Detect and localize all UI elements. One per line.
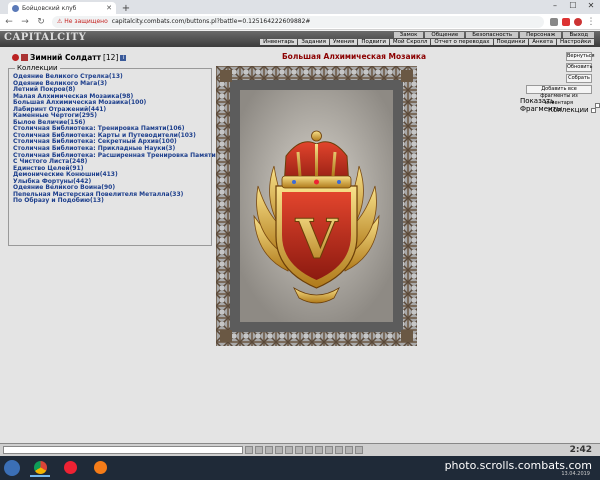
chat-tool-icon[interactable]: [315, 446, 323, 454]
chat-tool-icon[interactable]: [335, 446, 343, 454]
browser-menu-icon[interactable]: ⋮: [586, 17, 596, 27]
taskbar-date: 13.04.2019: [561, 471, 590, 477]
collections-legend: Коллекции: [15, 64, 60, 72]
return-button[interactable]: Вернуться: [566, 52, 595, 61]
reload-icon[interactable]: ↻: [36, 17, 46, 27]
start-button[interactable]: [4, 460, 20, 476]
taskbar-chrome[interactable]: [30, 459, 50, 477]
menu-security[interactable]: Безопасность: [466, 32, 519, 38]
submenu-my-scroll[interactable]: Мой Скролл: [389, 39, 431, 45]
chat-tool-icon[interactable]: [355, 446, 363, 454]
player-level: [12]: [102, 53, 119, 62]
chat-tool-icon[interactable]: [265, 446, 273, 454]
mosaic-image: V: [216, 66, 417, 346]
submenu-settings[interactable]: Настройки: [556, 39, 594, 45]
player-name: Зимний Солдатт: [30, 53, 101, 62]
url-text: capitalcity.combats.com/buttons.pl?battl…: [111, 18, 311, 25]
clock: 2:42: [569, 445, 592, 455]
chat-tool-icon[interactable]: [345, 446, 353, 454]
browser-tab-bar: Бойцовский клуб ✕ + – ☐ ✕: [0, 0, 600, 14]
profile-avatar-icon[interactable]: [574, 17, 582, 26]
chrome-icon: [33, 460, 47, 474]
submenu-transfer-report[interactable]: Отчет о переводах: [431, 39, 493, 45]
chat-tool-icon[interactable]: [255, 446, 263, 454]
close-window-icon[interactable]: ✕: [582, 0, 600, 12]
chat-toolbar: [245, 446, 363, 454]
menu-castle[interactable]: Замок: [393, 32, 424, 38]
submenu-quests[interactable]: Задания: [298, 39, 329, 45]
yandex-icon: [63, 460, 77, 474]
extension-icon[interactable]: [550, 17, 558, 26]
emblem-letter: V: [295, 207, 339, 271]
forward-icon[interactable]: →: [20, 17, 30, 27]
tab-title: Бойцовский клуб: [22, 4, 77, 12]
game-logo: CAPITALCITY: [4, 32, 87, 43]
main-content: Зимний Солдатт [12] i Коллекции Одеяние …: [0, 47, 600, 443]
extension-icons: ⋮: [550, 17, 596, 27]
chat-tool-icon[interactable]: [295, 446, 303, 454]
address-bar: ← → ↻ ⚠ Не защищено capitalcity.combats.…: [0, 14, 600, 30]
close-tab-icon[interactable]: ✕: [106, 4, 112, 12]
submenu-skills[interactable]: Умения: [329, 39, 358, 45]
new-tab-icon[interactable]: +: [120, 2, 132, 14]
clan-icon[interactable]: [21, 54, 28, 61]
collect-button[interactable]: Собрать: [566, 74, 592, 83]
url-input[interactable]: ⚠ Не защищено capitalcity.combats.com/bu…: [52, 15, 544, 28]
mosaic-title: Большая Алхимическая Мозаика: [281, 52, 427, 61]
taskbar-firefox[interactable]: [90, 459, 110, 477]
firefox-icon: [93, 460, 107, 474]
show-fragments-checkbox[interactable]: [595, 102, 600, 108]
chat-bar: 2:42: [0, 443, 600, 456]
chat-tool-icon[interactable]: [285, 446, 293, 454]
refresh-button[interactable]: Обновить: [566, 63, 592, 72]
maximize-icon[interactable]: ☐: [564, 0, 582, 12]
window-controls: – ☐ ✕: [546, 0, 600, 12]
collections-option-label: Коллекции: [548, 106, 589, 114]
player-info: Зимний Солдатт [12] i: [12, 53, 127, 62]
info-icon[interactable]: i: [120, 54, 127, 61]
taskbar-yandex[interactable]: [60, 459, 80, 477]
favicon-icon: [12, 4, 19, 12]
collections-list: Одеяние Великого Стрелка(13) Одеяние Вели…: [13, 73, 234, 205]
chat-tool-icon[interactable]: [305, 446, 313, 454]
collections-option[interactable]: Коллекции: [548, 106, 596, 114]
os-taskbar: photo.scrolls.combats.com 13.04.2019: [0, 456, 600, 480]
minimize-icon[interactable]: –: [546, 0, 564, 12]
collections-box: Коллекции Одеяние Великого Стрелка(13) Од…: [8, 64, 234, 246]
extension-icon[interactable]: [562, 17, 570, 26]
add-all-fragments-button[interactable]: Добавить все фрагменты из инвентаря: [526, 85, 592, 106]
back-icon[interactable]: ←: [4, 17, 14, 27]
chat-input[interactable]: [3, 446, 243, 454]
chat-tool-icon[interactable]: [275, 446, 283, 454]
collection-link[interactable]: По Образу и Подобию(13): [13, 198, 234, 205]
submenu-profile[interactable]: Анкета: [529, 39, 556, 45]
not-secure-warning[interactable]: ⚠ Не защищено: [57, 18, 108, 25]
chat-tool-icon[interactable]: [245, 446, 253, 454]
sub-menu: Инвентарь Задания Умения Подвиги Мой Скр…: [260, 39, 594, 45]
mosaic-frame: V: [216, 66, 417, 346]
game-header: CAPITALCITY Замок Общение Безопасность П…: [0, 31, 600, 47]
menu-exit[interactable]: Выход: [563, 32, 594, 38]
security-warning-text: Не защищено: [64, 18, 108, 25]
submenu-achievements[interactable]: Подвиги: [358, 39, 389, 45]
menu-communication[interactable]: Общение: [425, 32, 465, 38]
browser-tab[interactable]: Бойцовский клуб ✕: [8, 2, 116, 14]
menu-character[interactable]: Персонаж: [520, 32, 562, 38]
chat-tool-icon[interactable]: [325, 446, 333, 454]
alignment-icon: [12, 54, 19, 61]
top-menu: Замок Общение Безопасность Персонаж Выхо…: [393, 32, 594, 38]
submenu-battles[interactable]: Поединки: [493, 39, 529, 45]
collections-checkbox[interactable]: [590, 107, 596, 113]
submenu-inventory[interactable]: Инвентарь: [260, 39, 298, 45]
